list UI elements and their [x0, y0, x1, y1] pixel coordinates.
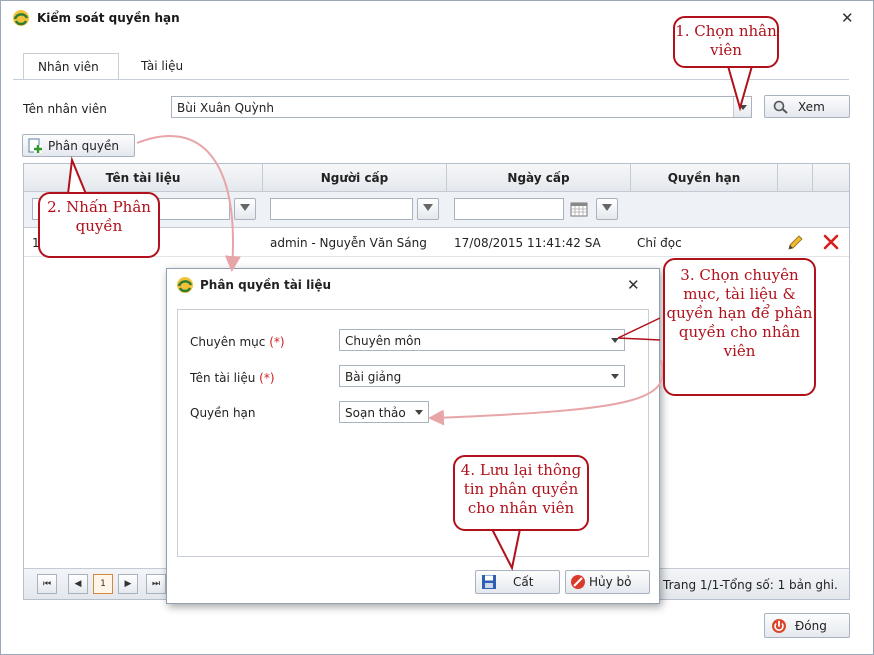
- callout-3: 3. Chọn chuyên mục, tài liệu & quyền hạn…: [663, 258, 816, 396]
- callout-4: 4. Lưu lại thông tin phân quyền cho nhân…: [453, 455, 589, 531]
- callout-2: 2. Nhấn Phân quyền: [38, 192, 160, 258]
- callout-1: 1. Chọn nhân viên: [673, 16, 779, 68]
